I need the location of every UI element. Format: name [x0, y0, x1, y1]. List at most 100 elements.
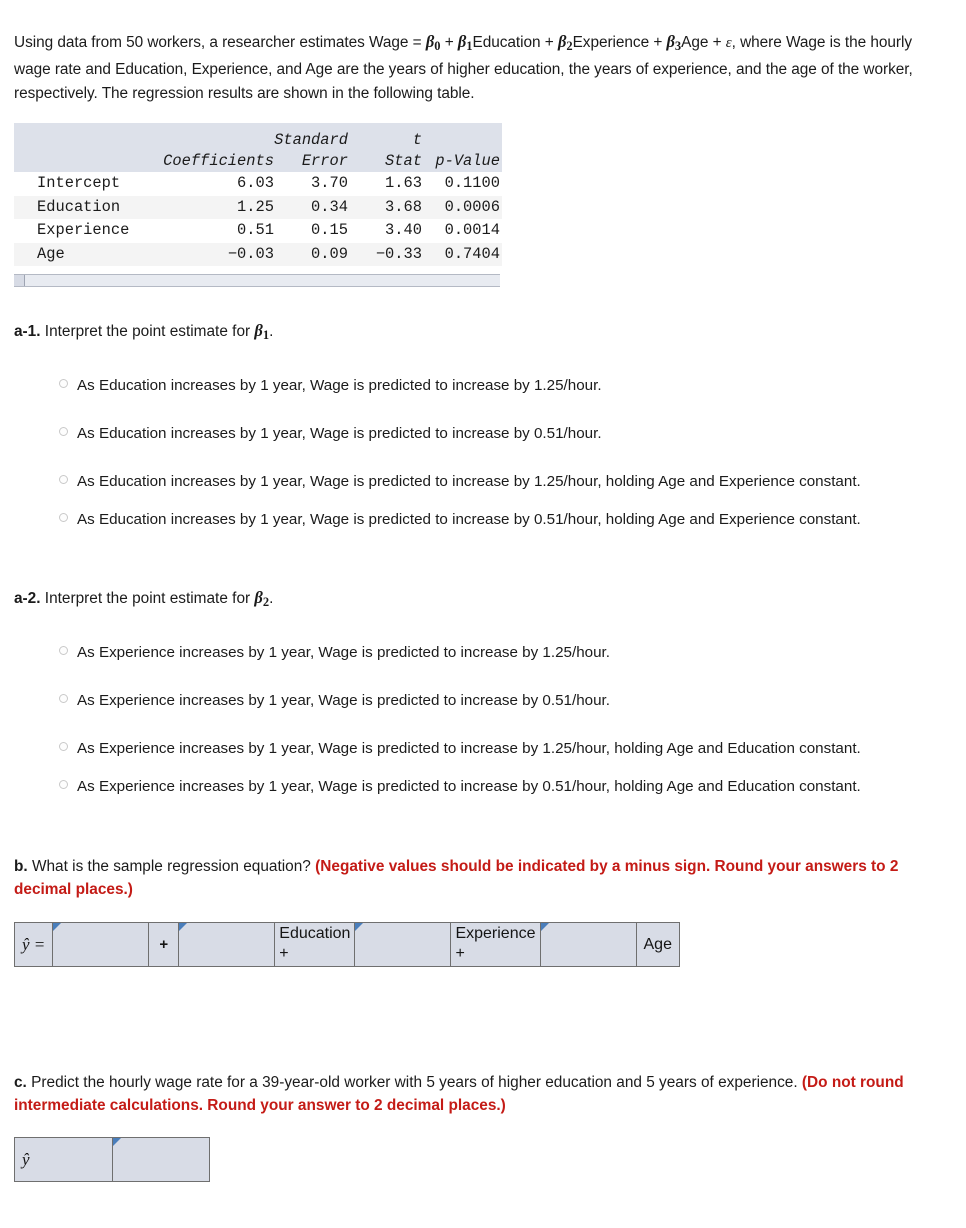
header-variable	[14, 151, 138, 172]
cell-flag-icon	[540, 923, 549, 931]
experience-coefficient-input[interactable]	[355, 923, 452, 966]
question-a1-options: As Education increases by 1 year, Wage i…	[14, 374, 952, 531]
option-label: As Experience increases by 1 year, Wage …	[77, 740, 861, 757]
option-label: As Experience increases by 1 year, Wage …	[77, 692, 610, 709]
cell-t-stat: −0.33	[348, 242, 422, 266]
radio-option-a1-4[interactable]: As Education increases by 1 year, Wage i…	[58, 508, 928, 531]
experience-variable-label: Experience +	[451, 923, 541, 966]
cell-p-value: 0.0006	[422, 195, 502, 219]
yhat-symbol: ŷ	[22, 1149, 30, 1169]
cell-flag-icon	[355, 923, 364, 931]
radio-button-icon[interactable]	[59, 379, 68, 388]
row-label-intercept: Intercept	[14, 172, 138, 196]
yhat-label: ŷ	[15, 1138, 113, 1181]
table-header-row-1: Standard t	[14, 123, 502, 151]
cell-t-stat: 3.40	[348, 219, 422, 243]
option-label: As Education increases by 1 year, Wage i…	[77, 511, 861, 528]
beta0-symbol: β	[425, 32, 435, 51]
scrollbar-track[interactable]	[24, 275, 500, 286]
question-a2-prompt: a-2. Interpret the point estimate for β2…	[14, 587, 952, 613]
question-a2-text: Interpret the point estimate for	[40, 590, 255, 607]
problem-statement: Using data from 50 workers, a researcher…	[14, 0, 944, 106]
cell-coefficient: 1.25	[138, 195, 274, 219]
worksheet-page: Using data from 50 workers, a researcher…	[0, 0, 966, 1182]
plus-operator-1: +	[149, 923, 180, 966]
header-blank-2	[138, 123, 274, 151]
radio-option-a1-1[interactable]: As Education increases by 1 year, Wage i…	[58, 374, 928, 397]
radio-button-icon[interactable]	[59, 513, 68, 522]
beta2-symbol: β	[254, 588, 263, 607]
intro-text-part1: Using data from 50 workers, a researcher…	[14, 34, 426, 51]
education-coefficient-input[interactable]	[179, 923, 276, 966]
option-label: As Education increases by 1 year, Wage i…	[77, 473, 861, 490]
radio-button-icon[interactable]	[59, 475, 68, 484]
cell-coefficient: 6.03	[138, 172, 274, 196]
table-row: Education 1.25 0.34 3.68 0.0006	[14, 195, 502, 219]
education-variable-label: Education +	[275, 923, 356, 966]
radio-option-a1-2[interactable]: As Education increases by 1 year, Wage i…	[58, 422, 928, 445]
question-b-prompt: b. What is the sample regression equatio…	[14, 855, 934, 901]
intercept-input[interactable]	[53, 923, 150, 966]
cell-p-value: 0.1100	[422, 172, 502, 196]
prediction-input[interactable]	[113, 1138, 209, 1181]
radio-button-icon[interactable]	[59, 694, 68, 703]
regression-results-table: Standard t Coefficients Error Stat p-Val…	[14, 123, 502, 287]
cell-flag-icon	[53, 923, 62, 931]
cell-flag-icon	[113, 1138, 121, 1146]
question-b-text: What is the sample regression equation?	[27, 858, 316, 875]
question-b-tag: b.	[14, 858, 28, 875]
age-term: Age +	[681, 34, 726, 51]
yhat-equals-label: ŷ =	[15, 923, 54, 966]
radio-option-a2-2[interactable]: As Experience increases by 1 year, Wage …	[58, 689, 928, 712]
header-blank-3	[422, 123, 502, 151]
header-coefficients: Coefficients	[138, 151, 274, 172]
radio-option-a2-4[interactable]: As Experience increases by 1 year, Wage …	[58, 775, 928, 798]
question-a2-tag: a-2.	[14, 590, 41, 607]
cell-t-stat: 1.63	[348, 172, 422, 196]
regression-equation-answer-row: ŷ = + Education + Experience + Age	[14, 922, 680, 967]
question-a1-prompt: a-1. Interpret the point estimate for β1…	[14, 320, 952, 346]
radio-button-icon[interactable]	[59, 427, 68, 436]
plus-operator-1: +	[440, 34, 458, 51]
yhat-symbol: ŷ =	[22, 934, 46, 954]
radio-option-a2-3[interactable]: As Experience increases by 1 year, Wage …	[58, 737, 928, 760]
radio-button-icon[interactable]	[59, 646, 68, 655]
question-a2-options: As Experience increases by 1 year, Wage …	[14, 641, 952, 798]
header-blank-1	[14, 123, 138, 151]
question-a1-period: .	[269, 323, 274, 340]
row-label-age: Age	[14, 242, 138, 266]
radio-button-icon[interactable]	[59, 742, 68, 751]
radio-option-a1-3[interactable]: As Education increases by 1 year, Wage i…	[58, 470, 928, 493]
cell-std-error: 0.15	[274, 219, 348, 243]
header-standard: Standard	[274, 123, 348, 151]
option-label: As Experience increases by 1 year, Wage …	[77, 778, 861, 795]
age-variable-label: Age	[636, 923, 679, 966]
table-row: Age −0.03 0.09 −0.33 0.7404	[14, 242, 502, 266]
beta3-symbol: β	[666, 32, 675, 51]
question-a2-period: .	[269, 590, 274, 607]
header-error: Error	[274, 151, 348, 172]
header-p-value: p-Value	[422, 151, 502, 172]
radio-option-a2-1[interactable]: As Experience increases by 1 year, Wage …	[58, 641, 928, 664]
age-coefficient-input[interactable]	[540, 923, 637, 966]
header-t: t	[348, 123, 422, 151]
question-a1-tag: a-1.	[14, 323, 41, 340]
question-c-prompt: c. Predict the hourly wage rate for a 39…	[14, 1071, 934, 1117]
scrollbar-thumb[interactable]	[14, 275, 25, 286]
question-c-text: Predict the hourly wage rate for a 39-ye…	[26, 1074, 802, 1091]
experience-term: Experience +	[572, 34, 667, 51]
row-label-education: Education	[14, 195, 138, 219]
cell-coefficient: −0.03	[138, 242, 274, 266]
table-row: Intercept 6.03 3.70 1.63 0.1100	[14, 172, 502, 196]
cell-std-error: 0.09	[274, 242, 348, 266]
question-a1-text: Interpret the point estimate for	[40, 323, 255, 340]
cell-std-error: 3.70	[274, 172, 348, 196]
education-term: Education +	[472, 34, 558, 51]
question-c-tag: c.	[14, 1074, 27, 1091]
radio-button-icon[interactable]	[59, 780, 68, 789]
table-row: Experience 0.51 0.15 3.40 0.0014	[14, 219, 502, 243]
table-horizontal-scrollbar[interactable]	[14, 274, 500, 287]
cell-flag-icon	[179, 923, 188, 931]
cell-coefficient: 0.51	[138, 219, 274, 243]
